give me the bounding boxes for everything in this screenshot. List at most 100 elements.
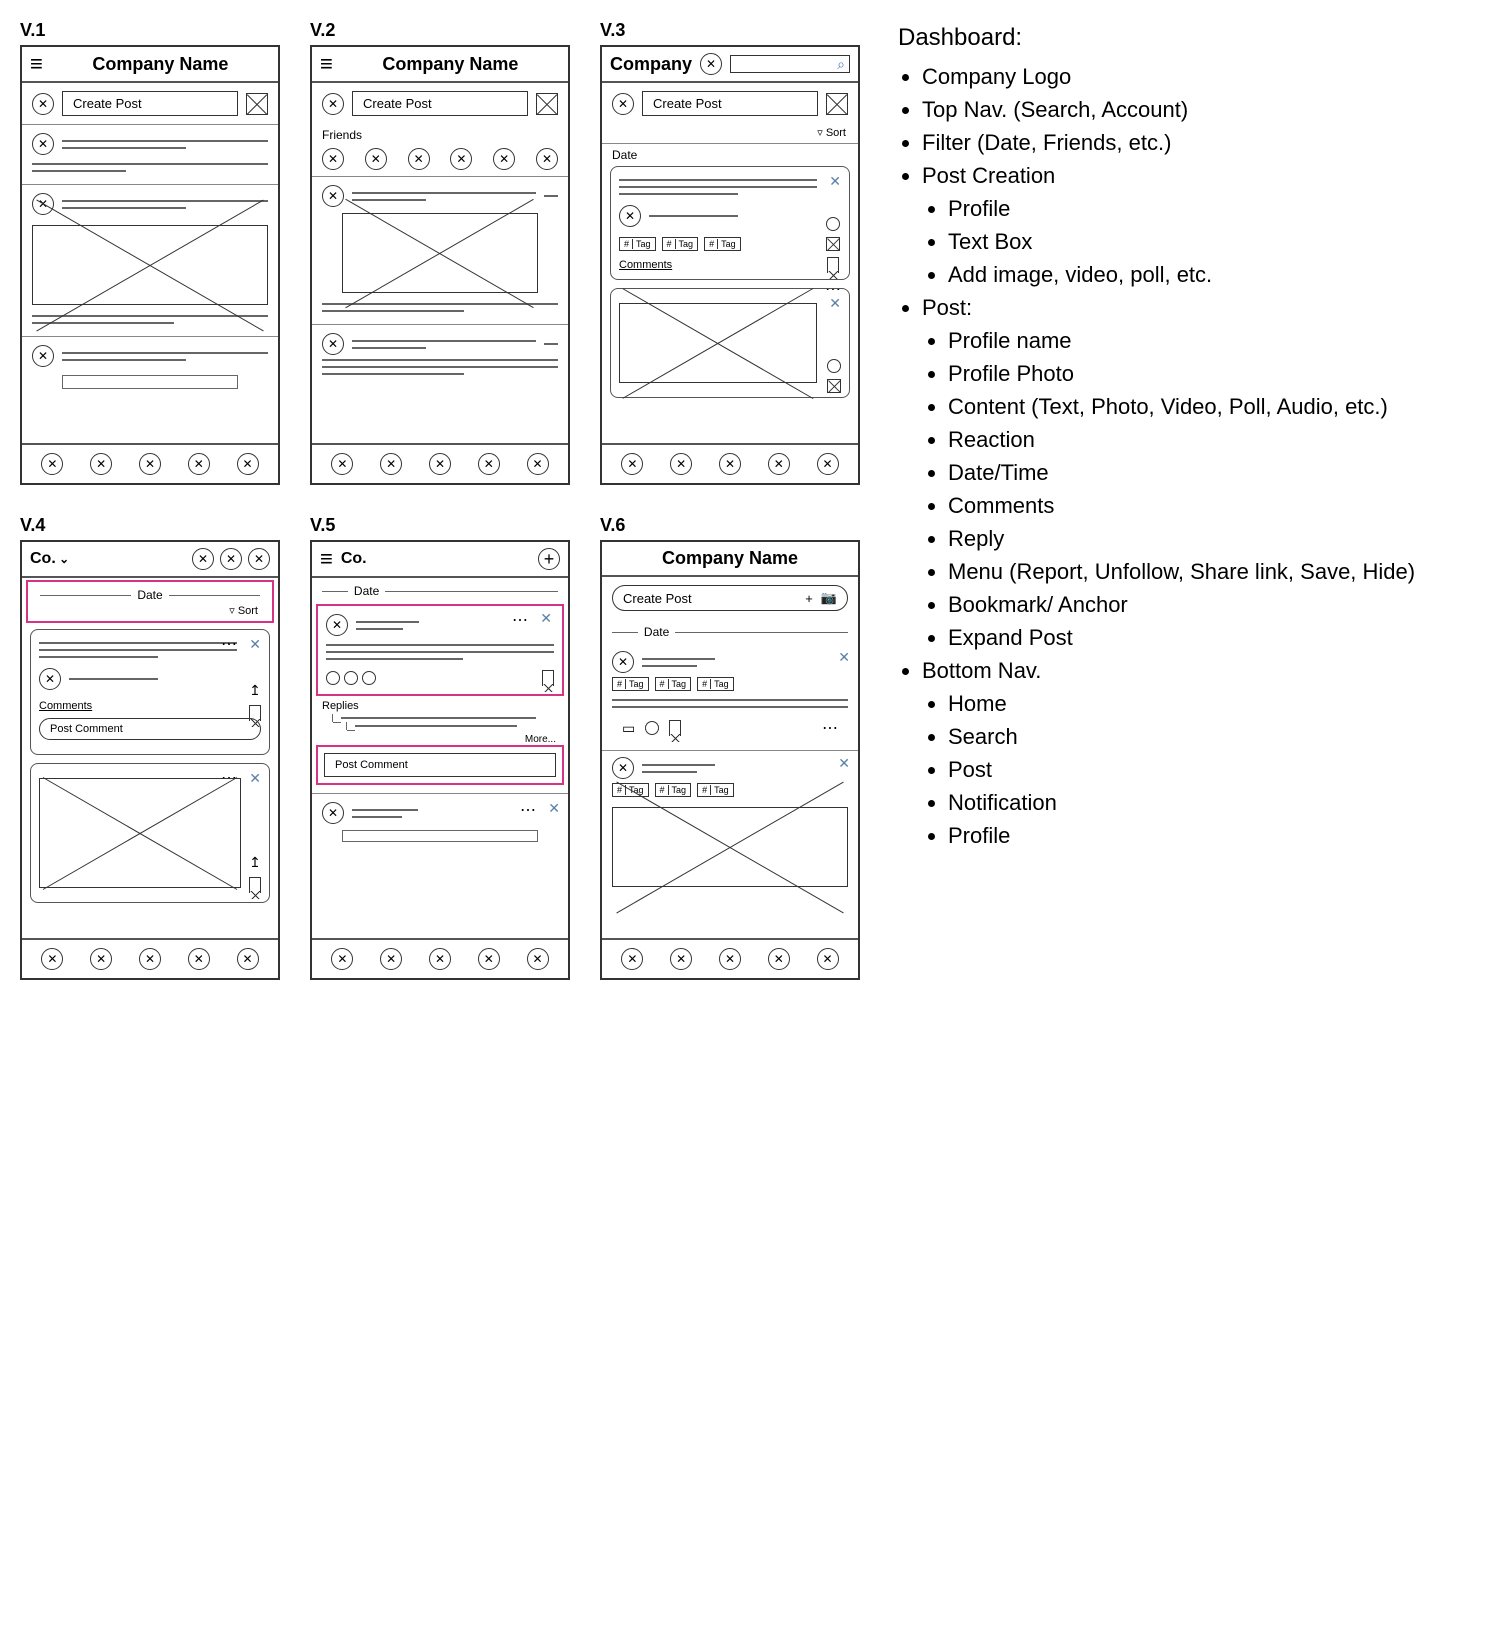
account-icon[interactable] (700, 53, 722, 75)
nav-icon[interactable] (331, 453, 353, 475)
reaction-icon[interactable] (326, 671, 340, 685)
hamburger-icon[interactable] (30, 53, 43, 75)
nav-icon[interactable] (670, 453, 692, 475)
reaction-icon[interactable] (826, 217, 840, 231)
avatar-icon[interactable] (322, 93, 344, 115)
nav-icon[interactable] (768, 948, 790, 970)
company-dropdown[interactable]: Co. (30, 550, 184, 568)
share-icon[interactable] (249, 854, 261, 871)
avatar-icon[interactable] (32, 133, 54, 155)
nav-icon[interactable] (621, 948, 643, 970)
nav-icon[interactable] (41, 453, 63, 475)
nav-icon[interactable] (670, 948, 692, 970)
avatar-icon[interactable] (32, 93, 54, 115)
bookmark-icon[interactable] (669, 720, 681, 736)
hamburger-icon[interactable] (320, 53, 333, 75)
avatar-icon[interactable] (39, 668, 61, 690)
hdr-icon[interactable] (192, 548, 214, 570)
media-icon[interactable] (827, 379, 841, 393)
reaction-icon[interactable] (344, 671, 358, 685)
avatar-icon[interactable] (612, 651, 634, 673)
add-image-icon[interactable] (826, 93, 848, 115)
nav-icon[interactable] (478, 948, 500, 970)
close-icon[interactable]: ✕ (829, 173, 841, 190)
nav-icon[interactable] (817, 948, 839, 970)
nav-icon[interactable] (41, 948, 63, 970)
comments-link[interactable]: Comments (39, 696, 261, 712)
share-icon[interactable] (249, 682, 261, 699)
friend-avatar[interactable] (365, 148, 387, 170)
nav-icon[interactable] (188, 453, 210, 475)
close-icon[interactable]: ✕ (548, 800, 560, 817)
reaction-icon[interactable] (827, 359, 841, 373)
close-icon[interactable]: ✕ (838, 649, 850, 666)
close-icon[interactable]: ✕ (838, 755, 850, 772)
close-icon[interactable]: ✕ (249, 636, 261, 653)
avatar-icon[interactable] (612, 93, 634, 115)
avatar-icon[interactable] (322, 185, 344, 207)
more-icon[interactable] (512, 610, 528, 630)
sort-control[interactable]: Sort (602, 124, 858, 143)
bookmark-icon[interactable] (249, 877, 261, 893)
hdr-icon[interactable] (220, 548, 242, 570)
search-input[interactable] (730, 55, 850, 73)
avatar-icon[interactable] (326, 614, 348, 636)
tag-chip[interactable]: Tag (655, 783, 692, 797)
nav-icon[interactable] (768, 453, 790, 475)
bookmark-icon[interactable] (542, 670, 554, 686)
avatar-icon[interactable] (32, 345, 54, 367)
reaction-icon[interactable] (645, 721, 659, 735)
nav-icon[interactable] (478, 453, 500, 475)
more-link[interactable]: More... (312, 734, 568, 745)
nav-icon[interactable] (380, 948, 402, 970)
add-image-icon[interactable] (246, 93, 268, 115)
nav-icon[interactable] (429, 948, 451, 970)
friend-avatar[interactable] (450, 148, 472, 170)
nav-icon[interactable] (429, 453, 451, 475)
tag-chip[interactable]: Tag (662, 237, 699, 251)
tag-chip[interactable]: Tag (704, 237, 741, 251)
nav-icon[interactable] (237, 948, 259, 970)
camera-icon[interactable]: 📷 (821, 590, 837, 606)
friend-avatar[interactable] (408, 148, 430, 170)
nav-icon[interactable] (719, 948, 741, 970)
media-icon[interactable] (826, 237, 840, 251)
nav-icon[interactable] (237, 453, 259, 475)
nav-icon[interactable] (139, 948, 161, 970)
comment-icon[interactable]: ▭ (622, 720, 635, 737)
reaction-icon[interactable] (362, 671, 376, 685)
nav-icon[interactable] (817, 453, 839, 475)
avatar-icon[interactable] (612, 757, 634, 779)
nav-icon[interactable] (90, 453, 112, 475)
comments-link[interactable]: Comments (619, 255, 841, 271)
nav-icon[interactable] (527, 453, 549, 475)
add-image-icon[interactable] (536, 93, 558, 115)
close-icon[interactable]: ✕ (540, 610, 552, 627)
nav-icon[interactable] (380, 453, 402, 475)
avatar-icon[interactable] (322, 802, 344, 824)
more-icon[interactable] (520, 800, 536, 820)
friend-avatar[interactable] (322, 148, 344, 170)
more-icon[interactable] (822, 718, 838, 738)
bookmark-icon[interactable] (827, 257, 839, 273)
tag-chip[interactable]: Tag (697, 783, 734, 797)
nav-icon[interactable] (139, 453, 161, 475)
hamburger-icon[interactable] (320, 548, 333, 570)
more-icon[interactable] (221, 634, 237, 654)
nav-icon[interactable] (621, 453, 643, 475)
tag-chip[interactable]: Tag (619, 237, 656, 251)
avatar-icon[interactable] (619, 205, 641, 227)
add-button[interactable] (538, 548, 560, 570)
avatar-icon[interactable] (322, 333, 344, 355)
nav-icon[interactable] (527, 948, 549, 970)
nav-icon[interactable] (90, 948, 112, 970)
sort-control[interactable]: Sort (36, 604, 264, 619)
post-comment-input[interactable]: Post Comment (324, 753, 556, 777)
nav-icon[interactable] (331, 948, 353, 970)
nav-icon[interactable] (188, 948, 210, 970)
create-post-input[interactable]: Create Post (352, 91, 528, 116)
create-post-input[interactable]: Create Post (62, 91, 238, 116)
plus-icon[interactable]: + (805, 591, 813, 606)
friend-avatar[interactable] (536, 148, 558, 170)
close-icon[interactable]: ✕ (249, 770, 261, 787)
